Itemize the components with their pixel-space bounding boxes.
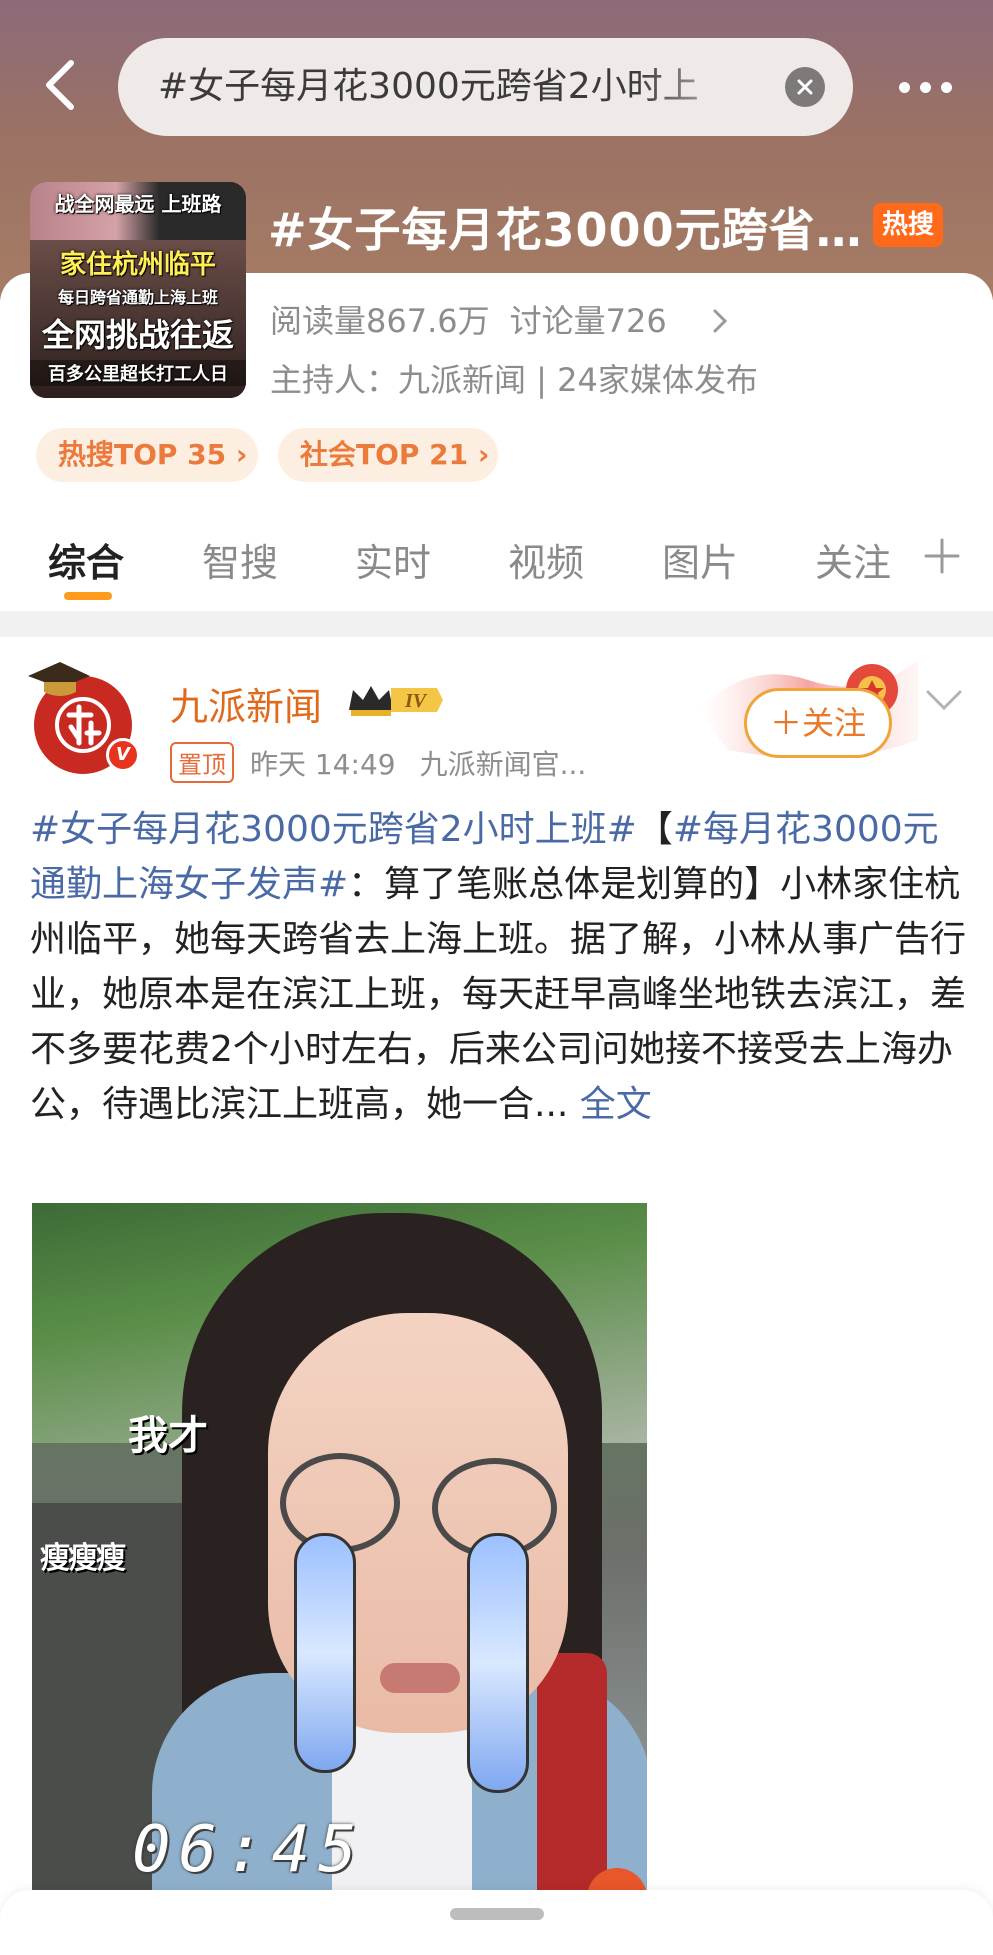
post-source: 九派新闻官...	[419, 747, 587, 781]
crown-icon: IV	[349, 686, 443, 716]
society-rank-tag[interactable]: 社会TOP 21 ›	[278, 428, 498, 482]
tab-comprehensive[interactable]: 综合	[48, 532, 124, 587]
more-options-button[interactable]	[885, 62, 965, 112]
plus-icon[interactable]	[920, 534, 964, 578]
post-time: 昨天 14:49	[250, 747, 396, 781]
topic-stats[interactable]: 阅读量867.6万 讨论量726	[270, 296, 687, 342]
discussion-count: 讨论量726	[509, 302, 667, 340]
video-overlay-text: 我才	[128, 1413, 208, 1459]
topic-host: 主持人：九派新闻 | 24家媒体发布	[270, 361, 758, 399]
tab-bar: 综合 智搜 实时 视频 图片 关注	[0, 510, 993, 610]
search-bar[interactable]: #女子每月花3000元跨省2小时上	[118, 38, 853, 136]
video-backpack-strap	[537, 1653, 607, 1893]
more-icon-dot	[919, 81, 931, 93]
tab-smart-search[interactable]: 智搜	[202, 532, 278, 587]
back-button[interactable]	[30, 50, 90, 120]
verified-v-icon: V	[106, 738, 140, 772]
search-input[interactable]: #女子每月花3000元跨省2小时上	[158, 38, 758, 136]
level-badge-text: IV	[404, 690, 428, 712]
full-text-link[interactable]: 全文	[580, 1084, 652, 1125]
back-icon	[46, 60, 74, 110]
post-content: #女子每月花3000元跨省2小时上班#【#每月花3000元通勤上海女子发声#：算…	[30, 802, 970, 1132]
more-icon-dot	[940, 81, 952, 93]
pinned-tag: 置顶	[170, 742, 234, 783]
follow-button[interactable]: ＋关注	[744, 688, 892, 758]
post-meta: 置顶 昨天 14:49 九派新闻官...	[170, 742, 586, 783]
thumb-text: 全网挑战往返	[41, 316, 234, 354]
thumb-text: 战全网最远 上班路	[54, 192, 222, 216]
news-logo-icon	[55, 697, 111, 753]
hashtag-link[interactable]: #女子每月花3000元跨省2小时上班#	[30, 809, 637, 850]
thumb-text: 百多公里超长打工人日	[30, 360, 246, 386]
tab-images[interactable]: 图片	[662, 532, 738, 587]
chevron-right-icon[interactable]	[712, 308, 728, 334]
more-icon	[898, 81, 910, 93]
bracket: 【	[636, 809, 673, 850]
thumb-text: 每日跨省通勤上海上班	[57, 288, 218, 307]
video-overlay-text: 瘦瘦瘦	[40, 1541, 126, 1576]
clear-icon	[797, 79, 813, 95]
tab-following[interactable]: 关注	[815, 532, 891, 587]
clear-search-button[interactable]	[785, 67, 825, 107]
active-tab-indicator	[64, 592, 112, 600]
topic-thumbnail[interactable]: 战全网最远 上班路 家住杭州临平 每日跨省通勤上海上班 全网挑战往返 百多公里超…	[30, 182, 246, 398]
author-avatar[interactable]: V	[24, 656, 144, 776]
video-person-mouth	[380, 1663, 460, 1693]
author-name[interactable]: 九派新闻	[170, 676, 322, 731]
hot-badge: 热搜	[873, 203, 943, 247]
chevron-down-icon[interactable]	[924, 688, 964, 714]
video-thumbnail[interactable]: 我才 瘦瘦瘦 06:45	[32, 1203, 647, 1893]
tab-video[interactable]: 视频	[508, 532, 584, 587]
thumb-text: 家住杭州临平	[59, 250, 216, 280]
hot-search-rank-tag[interactable]: 热搜TOP 35 ›	[36, 428, 258, 482]
drag-handle[interactable]	[450, 1908, 544, 1920]
tab-realtime[interactable]: 实时	[355, 532, 431, 587]
read-count: 阅读量867.6万	[270, 302, 490, 340]
section-divider	[0, 611, 993, 637]
tear-effect-icon	[467, 1533, 529, 1793]
tear-effect-icon	[294, 1533, 356, 1773]
graduation-cap-icon	[28, 662, 90, 696]
video-timestamp-overlay: 06:45	[132, 1813, 365, 1887]
bottom-sheet[interactable]	[0, 1890, 993, 1955]
topic-title: #女子每月花3000元跨省…	[268, 203, 863, 257]
